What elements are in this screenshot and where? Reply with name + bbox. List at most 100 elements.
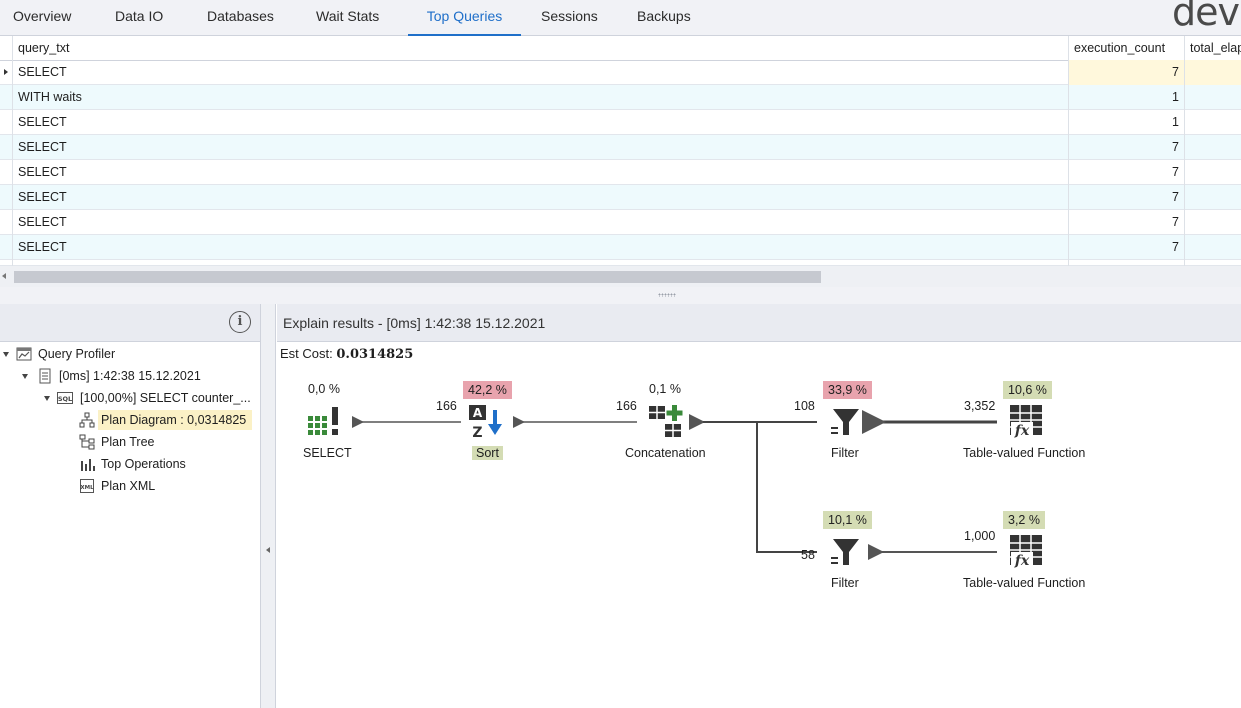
tab-sessions[interactable]: Sessions (541, 0, 598, 36)
table-row[interactable]: SELECT 7 (0, 235, 1241, 260)
tree-node-plan-diagram[interactable]: Plan Diagram : 0,0314825 (0, 410, 260, 430)
filter-operator-icon[interactable] (827, 534, 863, 570)
column-header-total-elapsed[interactable]: total_elap (1185, 36, 1241, 61)
filter-operator-icon[interactable] (827, 404, 863, 440)
table-valued-function-icon[interactable]: fx (1008, 533, 1044, 569)
top-operations-icon (81, 459, 95, 471)
cell-execution-count[interactable]: 7 (1069, 185, 1185, 210)
tab-backups[interactable]: Backups (637, 0, 691, 36)
concatenation-operator-label: Concatenation (625, 446, 706, 460)
tree-label: [100,00%] SELECT counter_... (80, 391, 251, 405)
tab-data-io[interactable]: Data IO (115, 0, 163, 36)
collapse-panel-strip[interactable] (261, 304, 276, 708)
sort-operator-icon[interactable]: A Z (468, 404, 504, 440)
tree-label: Plan Tree (101, 435, 155, 449)
sort-rows-in: 166 (436, 399, 457, 413)
tab-overview[interactable]: Overview (13, 0, 71, 36)
filter2-operator-label: Filter (831, 576, 859, 590)
column-header-query-txt[interactable]: query_txt (13, 36, 1069, 61)
sort-cost-badge: 42,2 % (463, 381, 512, 399)
table-row[interactable]: SELECT 7 (0, 210, 1241, 235)
table-row[interactable]: SELECT 7 (0, 135, 1241, 160)
cell-execution-count[interactable]: 7 (1069, 135, 1185, 160)
svg-text:fx: fx (1014, 553, 1030, 569)
row-selector[interactable] (0, 135, 13, 160)
cell-query-txt[interactable]: SELECT (13, 185, 1069, 210)
info-icon[interactable]: i (229, 311, 251, 333)
table-row[interactable]: SELECT 1 (0, 110, 1241, 135)
tab-wait-stats[interactable]: Wait Stats (316, 0, 379, 36)
row-selector[interactable] (0, 235, 13, 260)
table-row[interactable]: SELECT 7 (0, 185, 1241, 210)
scroll-left-icon[interactable] (2, 273, 6, 279)
cell-query-txt[interactable]: WITH waits (13, 85, 1069, 110)
horizontal-scrollbar[interactable] (0, 266, 1241, 287)
cell-query-txt[interactable]: SELECT (13, 160, 1069, 185)
scrollbar-thumb[interactable] (14, 271, 821, 283)
row-selector-header (0, 36, 13, 61)
filter-cost-badge: 33,9 % (823, 381, 872, 399)
connector-filter2-concat (703, 421, 817, 553)
collapse-left-icon[interactable] (266, 547, 270, 553)
filter2-rows-in: 58 (801, 548, 815, 562)
cell-execution-count[interactable]: 7 (1069, 160, 1185, 185)
tree-node-plan-tree[interactable]: Plan Tree (0, 432, 260, 452)
cell-total-elapsed[interactable] (1185, 185, 1241, 210)
cell-total-elapsed[interactable] (1185, 210, 1241, 235)
column-header-execution-count[interactable]: execution_count (1069, 36, 1185, 61)
table-valued-function2-rows-in: 1,000 (964, 529, 996, 543)
explain-results-panel: Explain results - [0ms] 1:42:38 15.12.20… (277, 304, 1241, 708)
cell-query-txt[interactable]: SELECT (13, 210, 1069, 235)
plan-diagram-icon (79, 412, 95, 428)
cell-query-txt[interactable]: SELECT (13, 60, 1069, 85)
cell-query-txt[interactable]: SELECT (13, 235, 1069, 260)
expand-arrow-icon[interactable] (3, 352, 9, 357)
tree-node-plan-xml[interactable]: XML Plan XML (0, 476, 260, 496)
cell-execution-count[interactable]: 7 (1069, 210, 1185, 235)
brand-logo: devo (1172, 0, 1241, 34)
row-selector[interactable] (0, 185, 13, 210)
expand-arrow-icon[interactable] (44, 396, 50, 401)
cell-total-elapsed[interactable] (1185, 160, 1241, 185)
select-operator-icon[interactable] (306, 404, 342, 440)
top-queries-grid: query_txt execution_count total_elap SEL… (0, 36, 1241, 266)
tab-top-queries[interactable]: Top Queries (408, 0, 521, 36)
cell-total-elapsed[interactable] (1185, 110, 1241, 135)
tree-node-query-profiler[interactable]: Query Profiler (0, 344, 260, 364)
cell-execution-count[interactable]: 1 (1069, 110, 1185, 135)
table-valued-function-rows-in: 3,352 (964, 399, 996, 413)
tree-node-statement[interactable]: SQL [100,00%] SELECT counter_... (0, 388, 260, 408)
tab-databases[interactable]: Databases (207, 0, 274, 36)
row-selector[interactable] (0, 60, 13, 85)
row-selector[interactable] (0, 110, 13, 135)
filter2-cost-badge: 10,1 % (823, 511, 872, 529)
current-row-indicator-icon (4, 69, 8, 75)
cell-execution-count[interactable]: 7 (1069, 235, 1185, 260)
cell-query-txt[interactable]: SELECT (13, 135, 1069, 160)
cell-total-elapsed[interactable] (1185, 85, 1241, 110)
cell-total-elapsed[interactable] (1185, 60, 1241, 85)
tree-node-top-operations[interactable]: Top Operations (0, 454, 260, 474)
cell-execution-count[interactable]: 1 (1069, 85, 1185, 110)
cell-total-elapsed[interactable] (1185, 135, 1241, 160)
panel-splitter[interactable] (0, 287, 1241, 304)
cell-execution-count[interactable]: 7 (1069, 60, 1185, 85)
tree-node-session[interactable]: [0ms] 1:42:38 15.12.2021 (0, 366, 260, 386)
table-row[interactable]: SELECT 7 (0, 60, 1241, 85)
cell-total-elapsed[interactable] (1185, 235, 1241, 260)
row-selector[interactable] (0, 85, 13, 110)
plan-xml-icon: XML (80, 479, 94, 493)
table-valued-function-label: Table-valued Function (963, 446, 1086, 460)
tab-bar: Overview Data IO Databases Wait Stats To… (0, 0, 1241, 36)
plan-tree-icon (79, 434, 95, 450)
table-valued-function-icon[interactable]: fx (1008, 403, 1044, 439)
table-row[interactable]: WITH waits 1 (0, 85, 1241, 110)
splitter-grip-icon[interactable] (658, 293, 676, 297)
row-selector[interactable] (0, 160, 13, 185)
table-row[interactable]: SELECT 7 (0, 160, 1241, 185)
cell-query-txt[interactable]: SELECT (13, 110, 1069, 135)
tree-label: Plan XML (101, 479, 156, 493)
expand-arrow-icon[interactable] (22, 374, 28, 379)
concatenation-operator-icon[interactable] (648, 404, 684, 440)
row-selector[interactable] (0, 210, 13, 235)
